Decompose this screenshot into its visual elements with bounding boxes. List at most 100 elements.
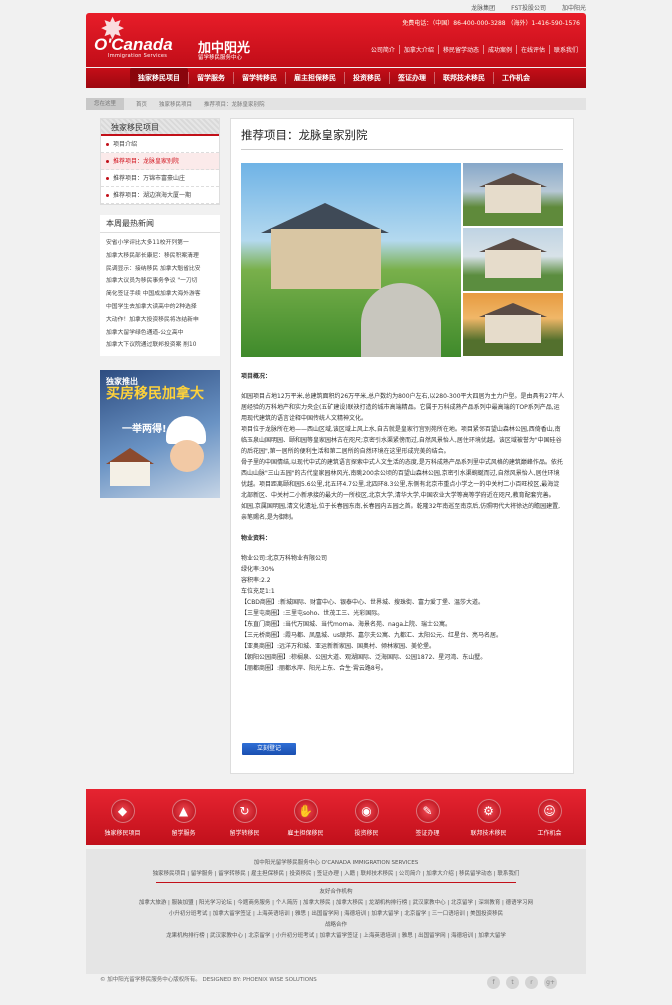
breadcrumb-item[interactable]: 首页 bbox=[136, 100, 147, 108]
nav-item-investment[interactable]: 投资移民 bbox=[345, 68, 389, 88]
top-link[interactable]: 加中阳光 bbox=[562, 3, 586, 12]
phone-numbers: 免费电话：（中国）86-400-000-3288 （海外）1-416-590-1… bbox=[402, 20, 580, 27]
top-link[interactable]: FST投股公司 bbox=[511, 3, 546, 12]
promo-line2: 买房移民加拿大 bbox=[106, 386, 204, 403]
nav-item-exclusive[interactable]: 独家移民项目 bbox=[130, 68, 188, 88]
footer-service-label: 留学转移民 bbox=[229, 830, 260, 837]
footer-links[interactable]: 独家移民项目 | 留学服务 | 留学转移民 | 雇主担保移民 | 投资移民 | … bbox=[86, 869, 586, 880]
villa-driveway bbox=[361, 283, 441, 357]
property-label: 物业资料： bbox=[241, 535, 272, 542]
property-line: 【三里屯商圈】:三里屯soho、世茂工三、光彩国际。 bbox=[241, 610, 384, 617]
overview-paragraph: 项目位于龙脉所在地——西山区域,该区域上风上水,自古就是皇家行宫别苑所在地。项目… bbox=[241, 426, 562, 455]
logo[interactable]: ✸ O'Canada Immigration Services 加中阳光 留学移… bbox=[86, 13, 271, 67]
news-item[interactable]: 中国学生去加拿大读高中的2种选择 bbox=[106, 301, 214, 314]
promo-line3: 一举两得! bbox=[122, 424, 167, 436]
footer-service-skilled[interactable]: ⚙ 联邦技术移民 bbox=[460, 799, 518, 837]
villa-body bbox=[271, 229, 381, 289]
footer-service-study[interactable]: ▲ 留学服务 bbox=[155, 799, 213, 837]
sidebar-item-lakeside[interactable]: 推荐项目：湖边滨海大厦一期 bbox=[101, 187, 219, 204]
promo-banner[interactable]: 独家推出 买房移民加拿大 一举两得! bbox=[100, 370, 220, 499]
overview-label: 项目概况： bbox=[241, 373, 272, 380]
sidebar-item-longmai[interactable]: 推荐项目：龙脉皇家别院 bbox=[101, 153, 219, 170]
nav-item-skilled[interactable]: 联邦技术移民 bbox=[435, 68, 493, 88]
news-item[interactable]: 加拿大下议院通过联邦投资案 削10 bbox=[106, 339, 214, 352]
logo-subtitle-cn: 留学移民服务中心 bbox=[198, 55, 243, 61]
facebook-icon[interactable]: f bbox=[487, 976, 500, 989]
property-line: 绿化率:30% bbox=[241, 566, 275, 573]
footer-service-label: 独家移民项目 bbox=[104, 830, 141, 837]
top-link[interactable]: 龙脉集团 bbox=[471, 3, 495, 12]
site-header: ✸ O'Canada Immigration Services 加中阳光 留学移… bbox=[86, 13, 586, 67]
nav-item-study-to-immigrate[interactable]: 留学转移民 bbox=[234, 68, 285, 88]
footer-service-employer[interactable]: ✋ 雇主担保移民 bbox=[277, 799, 335, 837]
sidebar-menu: 独家移民项目 项目介绍 推荐项目：龙脉皇家别院 推荐项目：万锦市富豪山庄 推荐项… bbox=[100, 118, 220, 205]
overview-paragraph: 如园,京属国明园,清文化遗址,位于长春园东南,长春园内五园之首。乾隆32年南巡至… bbox=[241, 503, 561, 521]
property-line: 【CBD商圈】:新城国际、财富中心、银泰中心、世界城、搜珠街、富力爱丁堡、温莎大… bbox=[241, 599, 484, 606]
news-item[interactable]: 安省小学评比大多11校开列第一 bbox=[106, 237, 214, 250]
news-item[interactable]: 大动作！加拿大投资移民将冻结新申 bbox=[106, 314, 214, 327]
partner-links[interactable]: 加拿大旅游 | 服装加盟 | 阳光学习论坛 | 今题商务服务 | 个人简历 | … bbox=[86, 898, 586, 909]
overview-paragraph: 如园项目占地12万平米,总建筑面积约26万平米,总户数约为800户左右,以280… bbox=[241, 393, 565, 422]
logo-subtitle-en: Immigration Services bbox=[108, 53, 168, 59]
breadcrumb-here: 您在这里 bbox=[86, 98, 125, 110]
project-description: 项目概况： 如园项目占地12万平米,总建筑面积约26万平米,总户数约为800户左… bbox=[241, 371, 565, 674]
subnav-item[interactable]: 移民留学动态 bbox=[437, 45, 483, 54]
property-line: 【东直门商圈】:当代万国城、当代moma、海景名苑、naga上院、瑞士公寓。 bbox=[241, 621, 452, 628]
sidebar-item-markham[interactable]: 推荐项目：万锦市富豪山庄 bbox=[101, 170, 219, 187]
sidebar-title: 独家移民项目 bbox=[101, 119, 219, 136]
subnav-item[interactable]: 公司简介 bbox=[367, 45, 399, 54]
footer-service-label: 留学服务 bbox=[171, 830, 196, 837]
nav-item-employer[interactable]: 雇主担保移民 bbox=[286, 68, 344, 88]
googleplus-icon[interactable]: g+ bbox=[544, 976, 557, 989]
news-item[interactable]: 加拿大移民部长康尼：移民积案清理 bbox=[106, 250, 214, 263]
footer-info: 加中阳光留学移民服务中心 O'CANADA IMMIGRATION SERVIC… bbox=[86, 849, 586, 974]
thumb-house bbox=[485, 250, 541, 278]
house-illustration bbox=[110, 462, 150, 487]
nav-item-study[interactable]: 留学服务 bbox=[189, 68, 233, 88]
main-content: 推荐项目：龙脉皇家别院 项目概况： 如园项目占地12万平米,总建筑面积约26万平… bbox=[230, 118, 574, 774]
subnav-item[interactable]: 在线评估 bbox=[515, 45, 549, 54]
copyright: © 加中阳光留学移民服务中心版权所有。 DESIGNED BY: PHOENIX… bbox=[100, 977, 317, 983]
footer-service-study-immigrate[interactable]: ↻ 留学转移民 bbox=[216, 799, 274, 837]
footer-service-investment[interactable]: ◉ 投资移民 bbox=[338, 799, 396, 837]
handshake-icon: ✋ bbox=[293, 799, 318, 823]
thumb-house bbox=[485, 185, 541, 213]
subnav-item[interactable]: 联系我们 bbox=[548, 45, 582, 54]
footer-service-label: 联邦技术移民 bbox=[470, 830, 507, 837]
nav-item-jobs[interactable]: 工作机会 bbox=[494, 68, 538, 88]
footer-org: 加中阳光留学移民服务中心 O'CANADA IMMIGRATION SERVIC… bbox=[253, 860, 419, 866]
breadcrumb-item[interactable]: 独家移民项目 bbox=[159, 100, 192, 108]
child-illustration bbox=[170, 440, 204, 473]
nav-item-visa[interactable]: 签证办理 bbox=[390, 68, 434, 88]
overview-paragraph: 骨子里的中国情结,以现代中式的建筑语言探索中式人文生活的态度,是万科成熟产品系列… bbox=[241, 459, 563, 499]
top-links: 龙脉集团 FST投股公司 加中阳光 bbox=[471, 3, 586, 12]
rss-icon[interactable]: r bbox=[525, 976, 538, 989]
refresh-icon: ↻ bbox=[232, 799, 257, 823]
twitter-icon[interactable]: t bbox=[506, 976, 519, 989]
property-line: 车位充足1:1 bbox=[241, 588, 275, 595]
news-item[interactable]: 加拿大留学绿色通道-公立高中 bbox=[106, 327, 214, 340]
property-line: 容积率:2.2 bbox=[241, 577, 271, 584]
person-icon: ☺ bbox=[537, 799, 562, 823]
breadcrumb: 您在这里 首页 独家移民项目 推荐项目：龙脉皇家别院 bbox=[86, 98, 586, 110]
project-thumb-2 bbox=[463, 228, 563, 291]
globe-icon: ◉ bbox=[354, 799, 379, 823]
news-item[interactable]: 加拿大议员为移民事务争议 "一刀切 bbox=[106, 275, 214, 288]
project-main-image bbox=[241, 163, 461, 357]
footer-service-visa[interactable]: ✎ 签证办理 bbox=[399, 799, 457, 837]
strategic-links[interactable]: 龙果机构排行榜 | 武汉家教中心 | 北京留学 | 小升初分班考试 | 加拿大留… bbox=[86, 931, 586, 942]
strategic-title: 战略合作 bbox=[324, 922, 347, 928]
project-thumb-1 bbox=[463, 163, 563, 226]
news-item[interactable]: 民调显示：接纳移民 加拿大魁省比安 bbox=[106, 263, 214, 276]
sidebar-item-intro[interactable]: 项目介绍 bbox=[101, 136, 219, 153]
property-line: 【丽都商圈】:丽都水岸、阳光上东、合生·霄云路8号。 bbox=[241, 665, 387, 672]
footer-service-jobs[interactable]: ☺ 工作机会 bbox=[521, 799, 579, 837]
register-button[interactable]: 立刻登记 bbox=[242, 743, 296, 755]
hot-news-list: 安省小学评比大多11校开列第一 加拿大移民部长康尼：移民积案清理 民调显示：接纳… bbox=[100, 233, 220, 357]
subnav-item[interactable]: 加拿大介绍 bbox=[398, 45, 438, 54]
news-item[interactable]: 简化签证手续 中国成加拿大海外游客 bbox=[106, 288, 214, 301]
partner-links[interactable]: 小升初分班考试 | 加拿大留学签证 | 上海英语培训 | 雅思 | 出国留学网 … bbox=[86, 909, 586, 920]
property-line: 【亚奥商圈】:远洋万和城、亚运新新家园、国奥村、倾林家园、美伦堡。 bbox=[241, 643, 436, 650]
footer-service-exclusive[interactable]: ◆ 独家移民项目 bbox=[94, 799, 152, 837]
subnav-item[interactable]: 成功案例 bbox=[482, 45, 516, 54]
